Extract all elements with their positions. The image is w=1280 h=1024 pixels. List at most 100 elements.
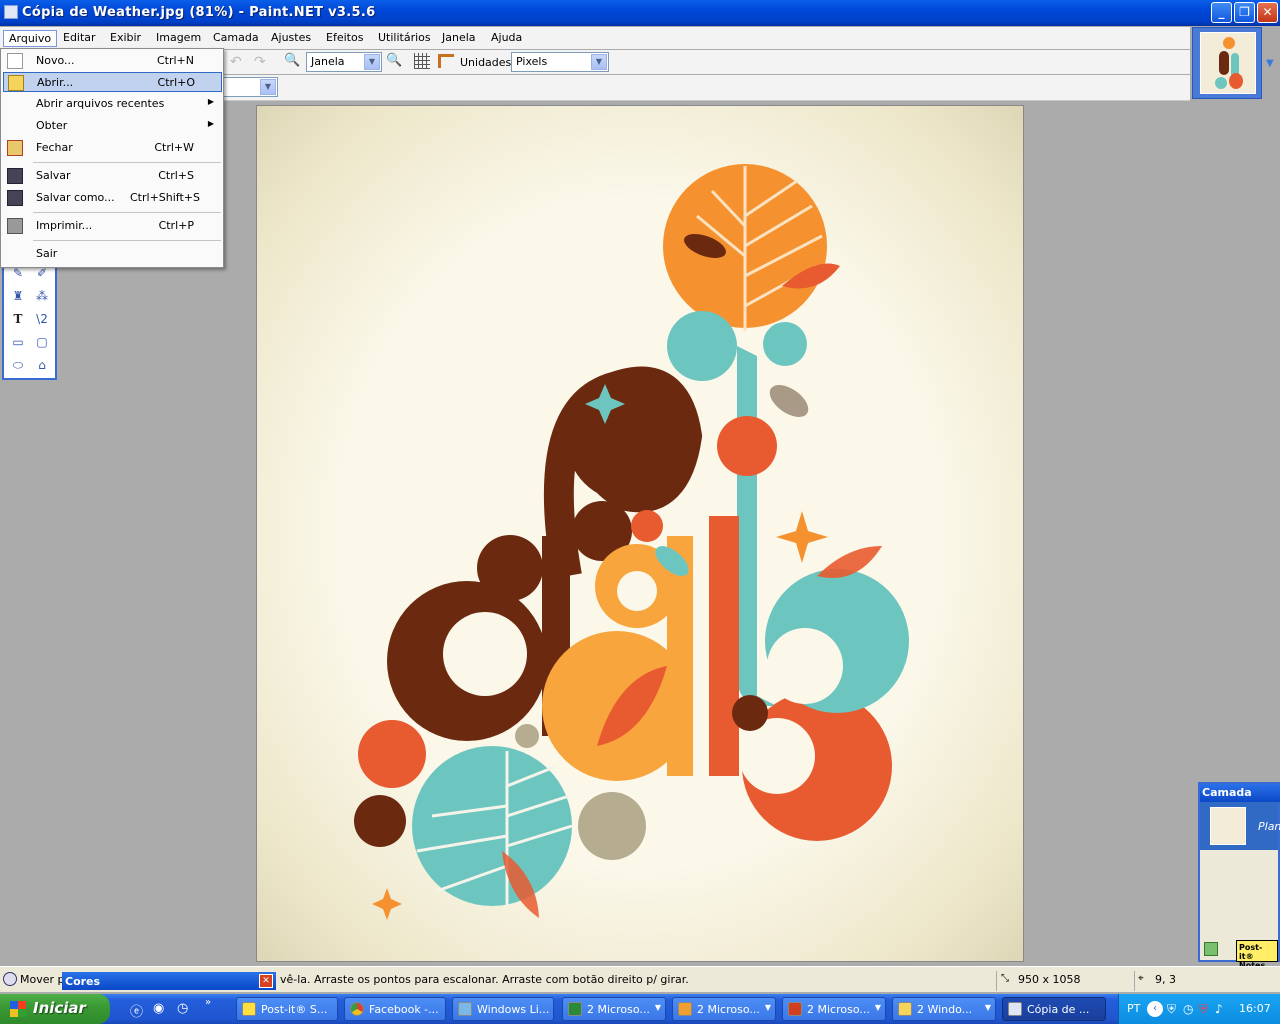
postit-notes-icon[interactable]: Post-it® Notes: [1236, 940, 1278, 970]
start-button[interactable]: Iniciar: [0, 994, 110, 1024]
close-button[interactable]: ✕: [1257, 2, 1278, 23]
menu-item-salvar-como[interactable]: Salvar como... Ctrl+Shift+S: [3, 188, 222, 208]
taskbar-item[interactable]: 2 Microso... ▼: [782, 997, 886, 1021]
taskbar-item[interactable]: 2 Microso... ▼: [672, 997, 776, 1021]
artwork: [354, 164, 909, 920]
rectangle-icon[interactable]: ▭: [8, 333, 28, 351]
chevron-down-icon: ▼: [874, 1003, 881, 1012]
menu-janela[interactable]: Janela: [437, 30, 481, 47]
browser-icon[interactable]: ◉: [153, 1001, 164, 1016]
undo-icon[interactable]: ↶: [230, 54, 242, 70]
menu-item-label: Fechar: [36, 141, 73, 154]
security-icon[interactable]: ⛨: [1199, 1002, 1208, 1017]
freeform-shape-icon[interactable]: ⌂: [32, 356, 52, 374]
menu-ajuda[interactable]: Ajuda: [486, 30, 527, 47]
zoom-in-icon[interactable]: 🔍: [386, 53, 402, 68]
task-label: Cópia de ...: [1027, 1003, 1090, 1016]
chevron-down-icon[interactable]: ▼: [1266, 58, 1274, 69]
menu-editar[interactable]: Editar: [58, 30, 101, 47]
recolor-icon[interactable]: ⁂: [32, 287, 52, 305]
image-size: 950 x 1058: [1018, 973, 1081, 986]
menu-imagem[interactable]: Imagem: [151, 30, 206, 47]
grid-icon[interactable]: [414, 53, 430, 69]
taskbar-item[interactable]: 2 Microso... ▼: [562, 997, 666, 1021]
menu-efeitos[interactable]: Efeitos: [321, 30, 368, 47]
image-size-icon: ⤡: [1001, 973, 1009, 984]
tool-options-combo[interactable]: ▼: [222, 77, 278, 97]
chevron-double-right-icon[interactable]: »: [205, 997, 211, 1008]
language-indicator[interactable]: PT: [1127, 1002, 1140, 1015]
submenu-arrow-icon: ▶: [207, 97, 214, 106]
colors-panel[interactable]: Cores ✕: [62, 972, 276, 990]
taskbar-item-active[interactable]: Cópia de ...: [1002, 997, 1106, 1021]
task-label: 2 Microso...: [807, 1003, 870, 1016]
menu-item-obter[interactable]: Obter ▶: [3, 116, 222, 136]
rounded-rectangle-icon[interactable]: ▢: [32, 333, 52, 351]
chevron-down-icon: ▼: [591, 54, 607, 70]
line-curve-icon[interactable]: \2: [32, 310, 52, 328]
menu-item-abrir-recentes[interactable]: Abrir arquivos recentes ▶: [3, 94, 222, 114]
taskbar-item[interactable]: Windows Li...: [452, 997, 554, 1021]
task-label: 2 Microso...: [697, 1003, 760, 1016]
menu-item-fechar[interactable]: Fechar Ctrl+W: [3, 138, 222, 158]
image-thumbnail: [1200, 32, 1256, 94]
shield-icon[interactable]: ⛨: [1167, 1002, 1176, 1017]
menu-exibir[interactable]: Exibir: [105, 30, 146, 47]
taskbar: Iniciar ⓔ ◉ ◷ » Post-it® S... Facebook -…: [0, 994, 1280, 1024]
menu-item-label: Abrir...: [37, 76, 74, 89]
menu-ajustes[interactable]: Ajustes: [266, 30, 316, 47]
ellipse-icon[interactable]: ⬭: [8, 356, 28, 374]
paintnet-icon: [1008, 1002, 1022, 1016]
menu-item-label: Novo...: [36, 54, 75, 67]
layers-panel-title: Camada: [1200, 784, 1280, 802]
ie-icon[interactable]: ⓔ: [130, 1001, 143, 1020]
menu-item-label: Salvar: [36, 169, 71, 182]
menu-camada[interactable]: Camada: [208, 30, 264, 47]
clock-app-icon[interactable]: ◷: [177, 1001, 188, 1016]
menu-item-shortcut: Ctrl+P: [158, 219, 194, 232]
menu-utilitarios[interactable]: Utilitários: [373, 30, 436, 47]
units-value: Pixels: [516, 55, 548, 68]
chevron-left-icon[interactable]: ‹: [1147, 1001, 1163, 1017]
zoom-out-icon[interactable]: 🔍: [284, 53, 300, 68]
ruler-icon[interactable]: [438, 54, 454, 68]
menu-item-label: Imprimir...: [36, 219, 93, 232]
title-bar[interactable]: Cópia de Weather.jpg (81%) - Paint.NET v…: [0, 0, 1280, 26]
taskbar-item[interactable]: 2 Windo... ▼: [892, 997, 996, 1021]
zoom-combo[interactable]: Janela ▼: [306, 52, 382, 72]
image-canvas[interactable]: [256, 105, 1024, 962]
menu-item-shortcut: Ctrl+S: [158, 169, 194, 182]
taskbar-item[interactable]: Facebook -...: [344, 997, 446, 1021]
close-icon[interactable]: ✕: [259, 974, 273, 988]
menu-item-novo[interactable]: Novo... Ctrl+N: [3, 51, 222, 71]
menu-item-abrir[interactable]: Abrir... Ctrl+O: [3, 72, 222, 92]
speaker-icon[interactable]: ♪: [1215, 1002, 1223, 1016]
menu-item-salvar[interactable]: Salvar Ctrl+S: [3, 166, 222, 186]
menu-item-sair[interactable]: Sair: [3, 244, 222, 264]
clock-app-icon[interactable]: ◷: [1183, 1002, 1193, 1016]
minimize-button[interactable]: _: [1211, 2, 1232, 23]
units-combo[interactable]: Pixels ▼: [511, 52, 609, 72]
maximize-button[interactable]: ❐: [1234, 2, 1255, 23]
text-icon[interactable]: T: [8, 310, 28, 328]
chevron-down-icon: ▼: [364, 54, 380, 70]
redo-icon[interactable]: ↷: [254, 54, 266, 70]
image-thumbnail-tab[interactable]: [1192, 27, 1262, 99]
menu-separator: [33, 212, 221, 213]
window-title: Cópia de Weather.jpg (81%) - Paint.NET v…: [22, 5, 376, 20]
taskbar-item[interactable]: Post-it® S...: [236, 997, 338, 1021]
clone-stamp-icon[interactable]: ♜: [8, 287, 28, 305]
add-layer-icon[interactable]: [1204, 942, 1218, 956]
menu-arquivo[interactable]: Arquivo: [3, 30, 58, 47]
chrome-icon: [350, 1002, 364, 1016]
menu-item-imprimir[interactable]: Imprimir... Ctrl+P: [3, 216, 222, 236]
windows-logo-icon: [10, 1001, 26, 1017]
open-folder-icon: [8, 75, 24, 91]
cursor-position-icon: ⌖: [1138, 973, 1144, 984]
printer-icon: [7, 218, 23, 234]
menu-item-label: Obter: [36, 119, 68, 132]
chevron-down-icon: ▼: [654, 1003, 661, 1012]
windows-live-icon: [458, 1002, 472, 1016]
layer-row[interactable]: Plan: [1200, 802, 1280, 850]
layer-name: Plan: [1258, 820, 1280, 833]
